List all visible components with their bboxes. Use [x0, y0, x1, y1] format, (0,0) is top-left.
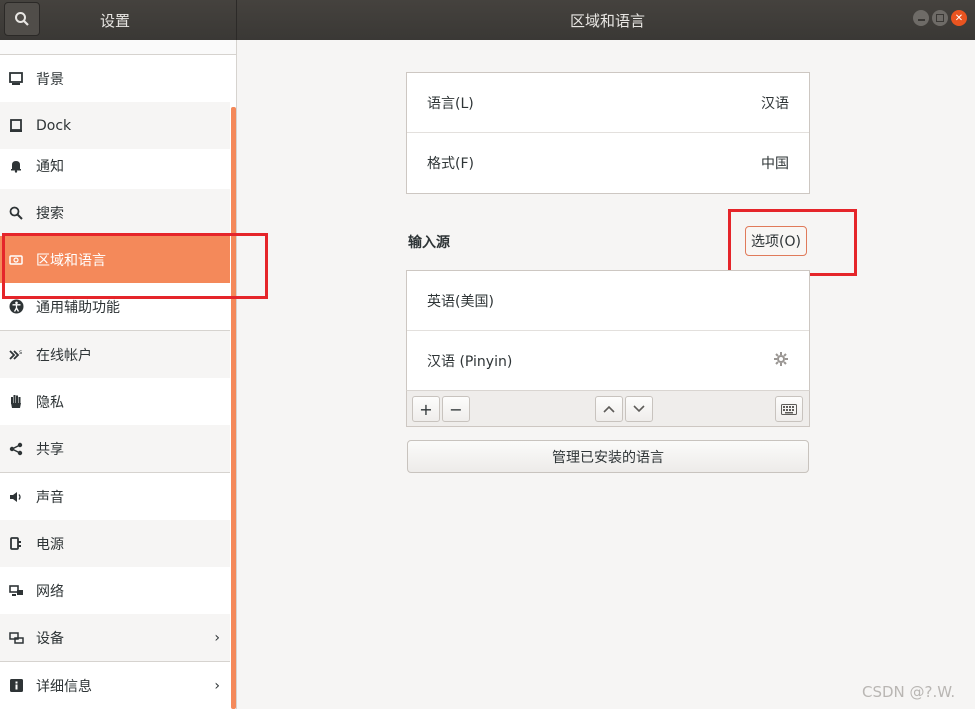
sidebar-top-edge: [0, 40, 236, 55]
sidebar-item-privacy[interactable]: 隐私: [0, 378, 230, 425]
move-up-button[interactable]: [595, 396, 623, 422]
sidebar-item-details[interactable]: 详细信息 ›: [0, 662, 230, 709]
accessibility-icon: [8, 299, 24, 315]
sidebar-item-label: 网络: [36, 583, 64, 600]
sidebar-item-label: 共享: [36, 441, 64, 458]
sidebar-item-label: 通用辅助功能: [36, 299, 120, 316]
manage-installed-languages-button[interactable]: 管理已安装的语言: [407, 440, 809, 473]
sidebar-item-label: 声音: [36, 489, 64, 506]
sidebar-item-label: 通知: [36, 158, 64, 175]
watermark: CSDN @?.W.: [862, 683, 956, 701]
input-source-label: 汉语 (Pinyin): [427, 353, 513, 370]
devices-icon: [8, 630, 24, 646]
sidebar-header: 设置: [0, 0, 237, 40]
language-row[interactable]: 语言(L) 汉语: [407, 73, 809, 132]
sidebar-item-background[interactable]: 背景: [0, 55, 230, 102]
sidebar-item-label: 搜索: [36, 205, 64, 222]
keyboard-icon: [781, 403, 797, 415]
move-down-button[interactable]: [625, 396, 653, 422]
language-value: 汉语: [761, 95, 789, 112]
title-bar: 设置 区域和语言 ✕: [0, 0, 975, 40]
remove-input-source-button[interactable]: −: [442, 396, 470, 422]
info-icon: [8, 678, 24, 694]
close-icon: ✕: [954, 12, 964, 24]
input-sources-title: 输入源: [408, 235, 450, 251]
sidebar-scrollbar[interactable]: [231, 107, 236, 709]
sidebar-item-devices[interactable]: 设备 ›: [0, 614, 230, 661]
dock-icon: [8, 118, 24, 134]
sidebar-item-online-accounts[interactable]: s 在线帐户: [0, 331, 230, 378]
sidebar-item-label: 隐私: [36, 394, 64, 411]
minimize-button[interactable]: [913, 10, 929, 26]
add-label: +: [419, 399, 433, 419]
svg-text:s: s: [19, 349, 22, 356]
annotation-highlight-box: [728, 209, 857, 276]
chevron-right-icon: ›: [214, 677, 220, 694]
formats-value: 中国: [761, 155, 789, 172]
sidebar: 背景 Dock 通知 搜索 区域和语言 通用辅助功能 s 在线帐户 隐私 共享 …: [0, 40, 237, 709]
sidebar-item-sharing[interactable]: 共享: [0, 425, 230, 472]
maximize-button[interactable]: [932, 10, 948, 26]
sidebar-item-power[interactable]: 电源: [0, 520, 230, 567]
input-source-label: 英语(美国): [427, 293, 494, 310]
gear-icon[interactable]: [773, 351, 789, 371]
sidebar-item-notifications[interactable]: 通知: [0, 142, 230, 189]
formats-label: 格式(F): [427, 155, 474, 172]
share-icon: [8, 441, 24, 457]
chevron-down-icon: [633, 405, 645, 413]
search-icon: [15, 12, 29, 26]
sidebar-item-label: 设备: [36, 630, 64, 647]
speaker-icon: [8, 489, 24, 505]
sidebar-item-label: 电源: [36, 536, 64, 553]
language-label: 语言(L): [427, 95, 474, 112]
close-button[interactable]: ✕: [951, 10, 967, 26]
input-sources-list: 英语(美国) 汉语 (Pinyin): [406, 270, 810, 392]
formats-row[interactable]: 格式(F) 中国: [407, 133, 809, 192]
chevron-right-icon: ›: [214, 629, 220, 646]
background-icon: [8, 71, 24, 87]
network-icon: [8, 583, 24, 599]
input-source-row[interactable]: 汉语 (Pinyin): [407, 331, 809, 390]
input-sources-toolbar: + −: [406, 390, 810, 427]
sidebar-item-label: Dock: [36, 117, 72, 134]
chevron-up-icon: [603, 405, 615, 413]
power-icon: [8, 536, 24, 552]
minimize-icon: [917, 18, 925, 21]
sidebar-item-label: 背景: [36, 71, 64, 88]
bell-icon: [8, 158, 24, 174]
sidebar-item-label: 详细信息: [36, 678, 92, 695]
sidebar-item-sound[interactable]: 声音: [0, 473, 230, 520]
remove-label: −: [449, 399, 463, 419]
show-keyboard-layout-button[interactable]: [775, 396, 803, 422]
sidebar-item-search[interactable]: 搜索: [0, 189, 230, 236]
online-accounts-icon: s: [8, 347, 24, 363]
input-source-row[interactable]: 英语(美国): [407, 271, 809, 330]
language-format-card: 语言(L) 汉语 格式(F) 中国: [406, 72, 810, 194]
hand-icon: [8, 394, 24, 410]
search-icon: [8, 205, 24, 221]
add-input-source-button[interactable]: +: [412, 396, 440, 422]
sidebar-title: 设置: [100, 12, 131, 30]
sidebar-item-label: 在线帐户: [36, 347, 92, 364]
window-title: 区域和语言: [570, 12, 646, 30]
maximize-icon: [936, 14, 944, 22]
sidebar-item-network[interactable]: 网络: [0, 567, 230, 614]
annotation-highlight-box: [2, 233, 268, 299]
search-button[interactable]: [4, 2, 40, 36]
